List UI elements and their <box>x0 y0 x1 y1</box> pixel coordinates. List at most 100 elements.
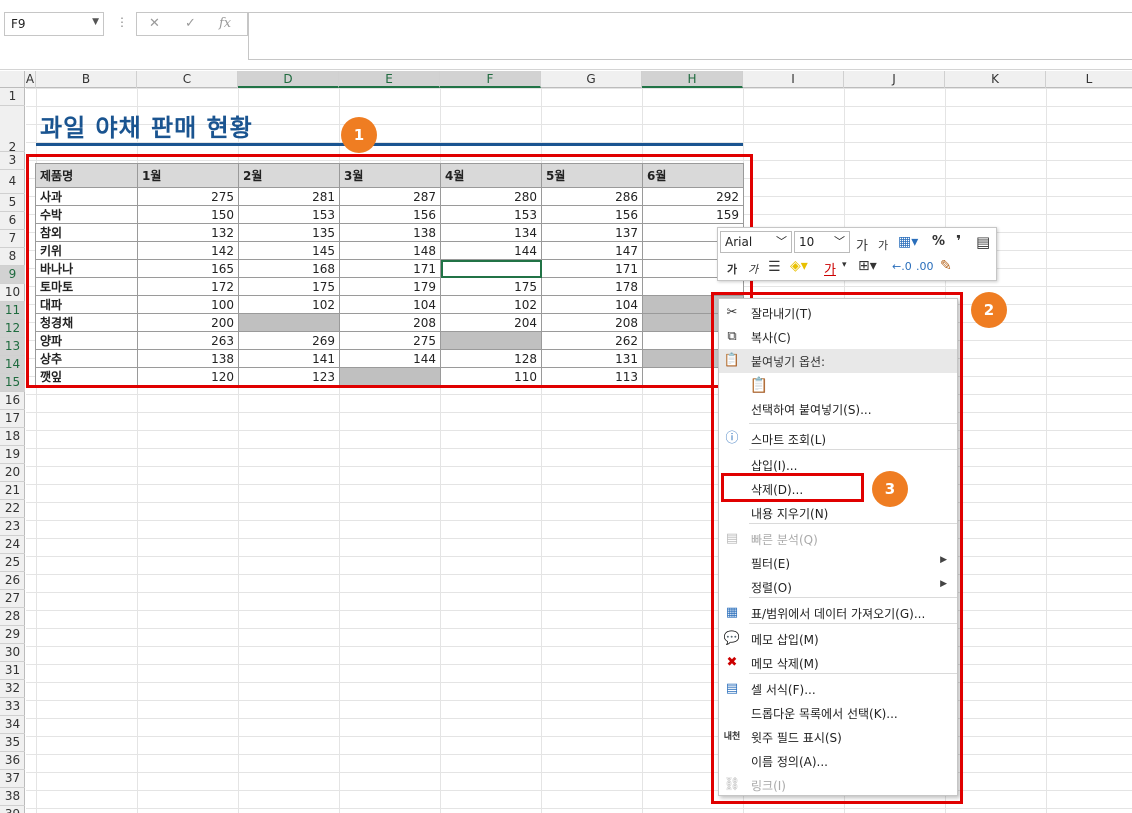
row-header[interactable]: 8 <box>0 248 25 266</box>
row-header[interactable]: 35 <box>0 734 25 752</box>
format-table-icon[interactable]: ▤ <box>976 233 990 251</box>
bold-icon[interactable]: 가 <box>727 261 737 277</box>
product-name-cell[interactable]: 수박 <box>35 205 138 224</box>
menu-item[interactable]: 💬 메모 삽입(M) <box>719 627 957 651</box>
column-header[interactable]: E <box>339 71 440 88</box>
value-cell[interactable]: 134 <box>440 223 542 242</box>
value-cell[interactable]: 123 <box>238 367 340 386</box>
value-cell[interactable]: 165 <box>137 259 239 278</box>
column-header[interactable]: I <box>743 71 844 88</box>
value-cell[interactable] <box>238 313 340 332</box>
value-cell[interactable]: 287 <box>339 187 441 206</box>
chevron-down-icon[interactable]: ﹀ <box>834 232 845 252</box>
row-header[interactable]: 10 <box>0 284 25 302</box>
menu-item[interactable]: ✂ 잘라내기(T) <box>719 301 957 325</box>
row-header[interactable]: 20 <box>0 464 25 482</box>
value-cell[interactable]: 171 <box>339 259 441 278</box>
italic-icon[interactable]: 가 <box>748 261 758 277</box>
row-header[interactable]: 31 <box>0 662 25 680</box>
menu-item[interactable]: 내천 윗주 필드 표시(S) <box>719 725 957 749</box>
product-name-cell[interactable]: 토마토 <box>35 277 138 296</box>
row-header[interactable]: 16 <box>0 392 25 410</box>
value-cell[interactable]: 102 <box>238 295 340 314</box>
value-cell[interactable]: 286 <box>541 187 643 206</box>
value-cell[interactable]: 113 <box>541 367 643 386</box>
row-header[interactable]: 22 <box>0 500 25 518</box>
value-cell[interactable]: 179 <box>339 277 441 296</box>
value-cell[interactable]: 172 <box>137 277 239 296</box>
percent-icon[interactable]: % <box>932 234 945 249</box>
font-color-icon[interactable]: 가 <box>824 259 836 278</box>
column-header[interactable]: F <box>440 71 541 88</box>
row-header[interactable]: 25 <box>0 554 25 572</box>
value-cell[interactable]: 137 <box>541 223 643 242</box>
column-header[interactable]: H <box>642 71 743 88</box>
value-cell[interactable]: 159 <box>642 205 744 224</box>
value-cell[interactable]: 208 <box>339 313 441 332</box>
column-header[interactable]: K <box>945 71 1046 88</box>
increase-decimal-icon[interactable]: ←.0 <box>892 260 912 273</box>
header-cell[interactable]: 1월 <box>137 163 239 188</box>
product-name-cell[interactable]: 상추 <box>35 349 138 368</box>
value-cell[interactable]: 128 <box>440 349 542 368</box>
header-cell[interactable]: 4월 <box>440 163 542 188</box>
value-cell[interactable]: 153 <box>238 205 340 224</box>
value-cell[interactable]: 150 <box>137 205 239 224</box>
paste-option-icon[interactable]: 📋 <box>749 375 769 395</box>
row-header[interactable]: 37 <box>0 770 25 788</box>
value-cell[interactable]: 200 <box>137 313 239 332</box>
menu-item[interactable]: 삽입(I)... <box>719 453 957 477</box>
value-cell[interactable]: 156 <box>339 205 441 224</box>
row-header[interactable]: 24 <box>0 536 25 554</box>
format-painter-icon[interactable]: ✎ <box>940 258 952 274</box>
decrease-decimal-icon[interactable]: .00 <box>916 260 934 273</box>
row-header[interactable]: 2 <box>0 106 25 154</box>
insert-function-icon[interactable]: fx <box>219 16 231 31</box>
row-header[interactable]: 5 <box>0 194 25 212</box>
value-cell[interactable] <box>440 259 542 278</box>
value-cell[interactable]: 269 <box>238 331 340 350</box>
value-cell[interactable]: 168 <box>238 259 340 278</box>
value-cell[interactable]: 148 <box>339 241 441 260</box>
column-header[interactable]: G <box>541 71 642 88</box>
value-cell[interactable]: 120 <box>137 367 239 386</box>
sheet-title[interactable]: 과일 야채 판매 현황 <box>40 108 253 143</box>
product-name-cell[interactable]: 키위 <box>35 241 138 260</box>
formula-input[interactable] <box>248 12 1132 60</box>
row-header[interactable]: 6 <box>0 212 25 230</box>
header-cell[interactable]: 6월 <box>642 163 744 188</box>
value-cell[interactable]: 275 <box>339 331 441 350</box>
menu-item[interactable]: 선택하여 붙여넣기(S)... <box>719 397 957 421</box>
header-cell[interactable]: 제품명 <box>35 163 138 188</box>
row-header[interactable]: 39 <box>0 806 25 813</box>
row-header[interactable]: 29 <box>0 626 25 644</box>
row-header[interactable]: 27 <box>0 590 25 608</box>
menu-item[interactable]: ⧉ 복사(C) <box>719 325 957 349</box>
row-header[interactable]: 1 <box>0 88 25 106</box>
value-cell[interactable]: 104 <box>339 295 441 314</box>
value-cell[interactable]: 262 <box>541 331 643 350</box>
row-header[interactable]: 7 <box>0 230 25 248</box>
row-header[interactable]: 21 <box>0 482 25 500</box>
fill-color-icon[interactable]: ◈▾ <box>790 258 808 274</box>
row-header[interactable]: 3 <box>0 152 25 170</box>
menu-item[interactable]: 내용 지우기(N) <box>719 501 957 525</box>
value-cell[interactable]: 153 <box>440 205 542 224</box>
select-all-corner[interactable] <box>0 71 25 88</box>
column-header[interactable]: B <box>36 71 137 88</box>
row-header[interactable]: 9 <box>0 266 25 284</box>
row-header[interactable]: 17 <box>0 410 25 428</box>
value-cell[interactable]: 275 <box>137 187 239 206</box>
menu-item[interactable]: 이름 정의(A)... <box>719 749 957 773</box>
header-cell[interactable]: 2월 <box>238 163 340 188</box>
value-cell[interactable]: 156 <box>541 205 643 224</box>
font-name-box[interactable]: Arial ﹀ <box>720 231 792 253</box>
increase-font-icon[interactable]: 가 <box>856 235 868 254</box>
row-header[interactable]: 38 <box>0 788 25 806</box>
menu-item[interactable]: 삭제(D)... <box>719 477 957 501</box>
menu-item[interactable]: ⛓ 링크(I) <box>719 773 957 797</box>
comma-style-icon[interactable]: ❜ <box>956 232 961 250</box>
product-name-cell[interactable]: 양파 <box>35 331 138 350</box>
row-header[interactable]: 34 <box>0 716 25 734</box>
value-cell[interactable]: 144 <box>440 241 542 260</box>
